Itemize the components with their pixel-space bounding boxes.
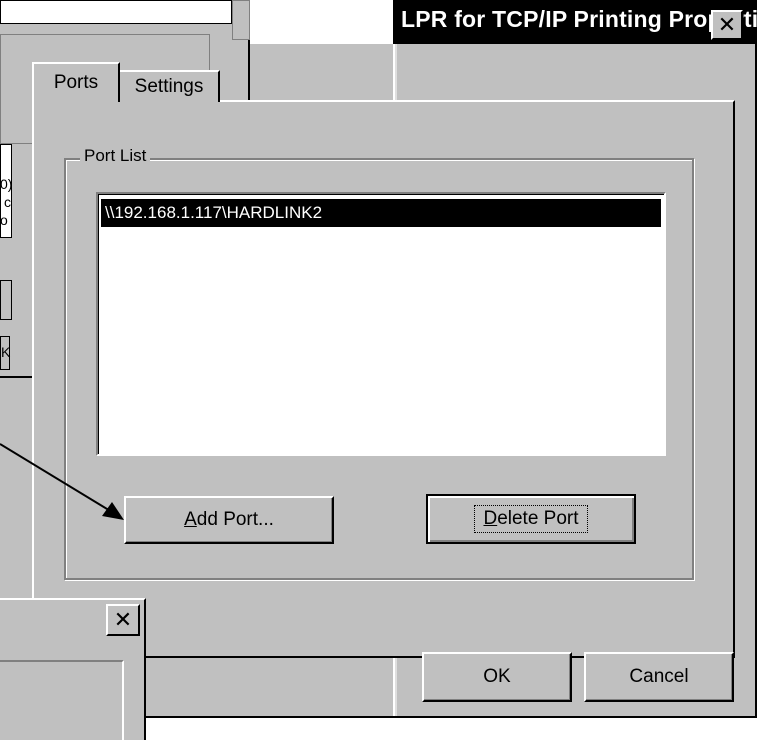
background-text-fragment: c <box>4 194 11 210</box>
port-listbox[interactable]: \\192.168.1.117\HARDLINK2 <box>96 192 666 456</box>
background-text-fragment: 0) <box>0 176 13 192</box>
tab-ports-real[interactable]: Ports <box>32 62 120 102</box>
background-window-divider <box>0 280 12 320</box>
secondary-dialog-panel <box>0 660 124 740</box>
background-window-field <box>0 0 232 24</box>
ok-button[interactable]: OK <box>422 652 572 702</box>
background-window-scrollbar[interactable] <box>232 0 250 40</box>
dialog-title-bar: LPR for TCP/IP Printing Properties ✕ <box>393 0 757 44</box>
port-list-item[interactable]: \\192.168.1.117\HARDLINK2 <box>101 199 661 227</box>
background-text-fragment: K <box>1 344 11 360</box>
delete-port-label: Delete Port <box>474 505 588 533</box>
port-list-label: Port List <box>80 146 151 166</box>
add-port-button[interactable]: Add Port... <box>124 496 334 544</box>
background-text-fragment: o <box>0 212 8 228</box>
close-button[interactable]: ✕ <box>711 10 743 40</box>
dialog-bottom-edge <box>146 716 757 718</box>
cancel-button[interactable]: Cancel <box>584 652 734 702</box>
secondary-close-button[interactable]: ✕ <box>106 604 140 636</box>
tab-settings[interactable]: Settings <box>118 70 220 102</box>
annotation-arrow <box>0 443 124 520</box>
close-icon: ✕ <box>113 607 133 632</box>
tab-ports-label: Ports <box>53 72 99 93</box>
ok-label: OK <box>483 666 511 687</box>
dialog-title: LPR for TCP/IP Printing Properties <box>401 6 757 32</box>
tab-settings-label: Settings <box>134 76 204 97</box>
cancel-label: Cancel <box>629 666 689 687</box>
add-port-label: Add Port... <box>184 509 274 530</box>
secondary-dialog-title-bar: ✕ <box>0 600 144 640</box>
delete-port-button[interactable]: Delete Port <box>426 494 636 544</box>
close-icon: ✕ <box>717 12 737 37</box>
port-list-item-text: \\192.168.1.117\HARDLINK2 <box>105 203 323 222</box>
